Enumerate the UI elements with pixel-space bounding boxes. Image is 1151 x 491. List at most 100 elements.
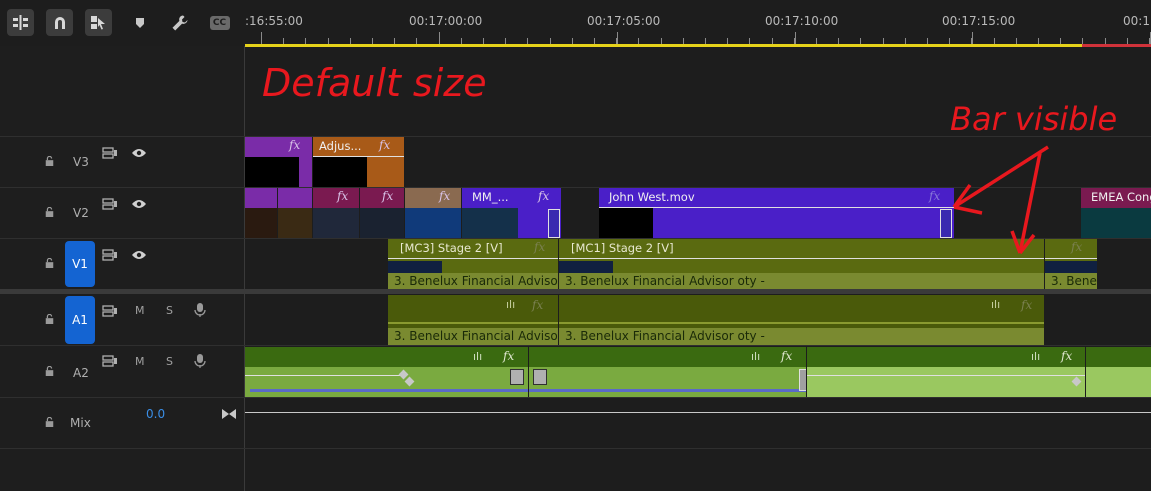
mix-volume-line[interactable] [245,412,1151,413]
lock-icon[interactable] [44,207,55,217]
linked-selection-icon [91,16,105,30]
transition-marker[interactable] [799,369,806,391]
track-header-v2: V2 [0,188,244,238]
audio-waveform [245,367,528,397]
sync-lock-icon[interactable] [102,198,118,210]
clip-v2-john-west[interactable]: John West.mov fx [599,188,954,238]
audio-waveform [1086,367,1151,397]
clip-v3-adjustment-layer[interactable]: Adjus... fx [313,137,404,187]
ruler-timecode: 00:17:05:00 [587,14,661,28]
clip-v2-emea[interactable]: EMEA Cong [1081,188,1151,238]
clip-v2-magenta-2[interactable]: fx [360,188,404,238]
timeline-settings-button[interactable] [166,9,193,36]
fx-badge[interactable]: fx [781,349,792,363]
fx-badge[interactable]: fx [379,138,390,152]
fx-badge[interactable]: fx [534,240,545,254]
transition-handle[interactable] [548,209,560,238]
clip-name: EMEA Cong [1091,190,1151,204]
transition-marker[interactable] [533,369,547,385]
clip-name: Adjus... [319,139,362,153]
clip-thumbnail [559,261,613,273]
source-patch-v1[interactable]: V1 [65,241,95,287]
audio-waveform-icon: ılı [1031,350,1041,363]
ruler-major-tick [972,32,973,44]
sync-lock-icon[interactable] [102,355,118,367]
clip-a2-4[interactable] [1086,347,1151,397]
clip-a2-2[interactable]: ılı fx [529,347,806,397]
ruler-timecode: :16:55:00 [245,14,303,28]
clip-a1-1[interactable]: ılı fx 3. Benelux Financial Adviso [388,295,558,345]
clip-v2-purple-1[interactable] [245,188,277,238]
track-header-mix: Mix 0.0 [0,398,244,448]
volume-rubber-band[interactable] [250,389,528,392]
mix-volume-value[interactable]: 0.0 [146,407,165,421]
snap-button[interactable] [46,9,73,36]
clip-thumbnail [1045,261,1097,273]
insert-sequence-button[interactable] [7,9,34,36]
clip-thumbnail [313,157,367,187]
clip-a2-3[interactable]: ılı fx [807,347,1085,397]
mute-button[interactable]: M [135,355,145,368]
audio-waveform-icon: ılı [751,350,761,363]
sync-lock-icon[interactable] [102,147,118,159]
linked-selection-button[interactable] [85,9,112,36]
lock-icon[interactable] [44,156,55,166]
fx-badge[interactable]: fx [1071,240,1082,254]
clip-thumbnail [388,261,442,273]
solo-button[interactable]: S [166,355,173,368]
track-header-v3: V3 [0,137,244,187]
svg-text:Default size: Default size [262,61,487,105]
add-marker-button[interactable] [126,9,153,36]
wrench-settings-icon [172,15,187,30]
transition-marker[interactable] [510,369,524,385]
volume-rubber-band[interactable] [529,389,806,392]
ruler-major-tick [795,32,796,44]
microphone-icon[interactable] [194,302,206,318]
eye-icon[interactable] [131,199,147,209]
fx-badge[interactable]: fx [289,138,300,152]
lock-icon[interactable] [44,258,55,268]
sync-lock-icon[interactable] [102,249,118,261]
eye-icon[interactable] [131,250,147,260]
clip-v2-tan[interactable]: fx [405,188,461,238]
fx-badge[interactable]: fx [1061,349,1072,363]
clip-thumbnail [313,208,359,238]
track-name: V3 [73,155,89,169]
clip-v2-purple-2[interactable] [278,188,312,238]
source-patch-a1[interactable]: A1 [65,296,95,344]
fx-badge[interactable]: fx [503,349,514,363]
clip-a2-1[interactable]: ılı fx [245,347,528,397]
time-ruler[interactable]: :16:55:00 00:17:00:00 00:17:05:00 00:17:… [245,0,1151,47]
fx-badge[interactable]: fx [439,189,450,203]
fx-badge[interactable]: fx [1021,298,1032,312]
lock-icon[interactable] [44,417,55,427]
clip-thumbnail [278,208,312,238]
mute-button[interactable]: M [135,304,145,317]
clip-v2-magenta-1[interactable]: fx [313,188,359,238]
ruler-timecode: 00:17:15:00 [942,14,1016,28]
fx-badge[interactable]: fx [382,189,393,203]
clip-v2-mm[interactable]: MM_... fx [462,188,561,238]
fx-badge[interactable]: fx [929,189,940,203]
track-name: Mix [70,416,91,430]
fx-badge[interactable]: fx [532,298,543,312]
eye-icon[interactable] [131,148,147,158]
audio-waveform [529,367,806,397]
mix-bowtie-icon[interactable] [221,408,237,420]
clip-v1-mc3[interactable]: [MC3] Stage 2 [V] fx 3. Benelux Financia… [388,239,558,289]
captions-button[interactable]: CC [206,9,233,36]
insert-sequence-icon [13,15,28,30]
clip-v3-purple[interactable]: fx [245,137,312,187]
solo-button[interactable]: S [166,304,173,317]
lock-icon[interactable] [44,314,55,324]
lock-icon[interactable] [44,366,55,376]
audio-waveform-icon: ılı [473,350,483,363]
clip-a1-2[interactable]: ılı fx 3. Benelux Financial Advisor oty … [559,295,1044,345]
audio-waveform-icon: ılı [991,298,1001,311]
sync-lock-icon[interactable] [102,305,118,317]
fx-badge[interactable]: fx [337,189,348,203]
fx-badge[interactable]: fx [538,189,549,203]
audio-clip-name: 3. Benelux Financial Adviso [394,329,558,343]
work-area-bar[interactable] [245,44,1151,47]
microphone-icon[interactable] [194,353,206,369]
